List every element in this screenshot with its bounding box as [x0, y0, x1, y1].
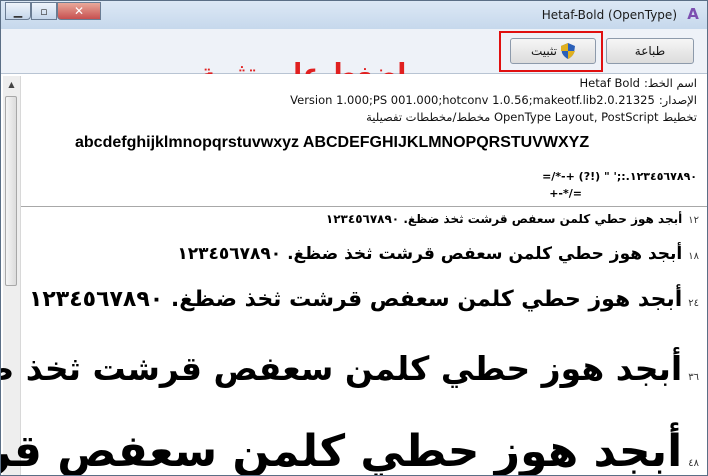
sample-size-label: ٢٤: [688, 298, 699, 309]
sample-size-12: ١٢ أبجد هوز حطي كلمن سعفص قرشت ثخذ ضظغ. …: [326, 212, 699, 226]
sample-text: أبجد هوز حطي كلمن سعفص قرشت ثخذ ضظغ. ١٢٣…: [28, 287, 683, 312]
print-button-label: طباعة: [634, 44, 666, 58]
install-highlight-frame: [499, 31, 603, 72]
sample-size-label: ٤٨: [688, 458, 699, 469]
close-icon: ✕: [73, 4, 85, 18]
sample-size-label: ١٨: [688, 251, 699, 262]
sample-text: أبجد هوز حطي كلمن سعفص قرشت ثخذ ضظغ. ١٢٣…: [325, 212, 683, 226]
font-preview-area: ▲ اسم الخط:Hetaf Bold الإصدار:Version 1.…: [1, 74, 707, 476]
font-viewer-window: ▁ ▫ ✕ (Hetaf-Bold (OpenType A اضغط على ت…: [0, 0, 708, 476]
sample-size-36: ٣٦ أبجد هوز حطي كلمن سعفص قرشت ثخذ ضظغ. …: [1, 349, 699, 388]
font-name-row: اسم الخط:Hetaf Bold: [580, 76, 697, 90]
minimize-icon: ▁: [13, 4, 23, 18]
scrollbar-thumb[interactable]: [5, 96, 17, 286]
font-outline-label: تخطيط: [662, 110, 697, 124]
scroll-up-icon[interactable]: ▲: [3, 76, 20, 93]
print-button[interactable]: طباعة: [606, 38, 694, 64]
latin-alphabet-specimen: abcdefghijklmnopqrstuvwxyz ABCDEFGHIJKLM…: [75, 134, 590, 151]
font-outline-value: OpenType Layout, PostScript مخطط/مخططات …: [366, 110, 659, 124]
font-version-value: Version 1.000;PS 001.000;hotconv 1.0.56;…: [290, 93, 655, 107]
maximize-button[interactable]: ▫: [31, 2, 57, 20]
sample-size-label: ٣٦: [688, 372, 699, 383]
title-bar[interactable]: ▁ ▫ ✕ (Hetaf-Bold (OpenType A: [1, 1, 707, 29]
sample-size-24: ٢٤ أبجد هوز حطي كلمن سعفص قرشت ثخذ ضظغ. …: [29, 287, 699, 312]
vertical-scrollbar[interactable]: ▲: [3, 76, 21, 475]
symbols-specimen: =/*-+: [549, 187, 582, 200]
font-version-row: الإصدار:Version 1.000;PS 001.000;hotconv…: [290, 93, 697, 107]
section-divider: [21, 206, 707, 207]
font-icon: A: [687, 5, 699, 23]
sample-size-48: ٤٨ أبجد هوز حطي كلمن سعفص قرشت ثخذ ضظغ. …: [1, 426, 699, 476]
sample-text: أبجد هوز حطي كلمن سعفص قرشت ثخذ ضظغ. ١٢٣…: [177, 244, 683, 264]
sample-text: أبجد هوز حطي كلمن سعفص قرشت ثخذ ضظغ. ١٢٣…: [1, 349, 683, 388]
font-version-label: الإصدار:: [658, 93, 697, 107]
digits-punctuation-specimen: ١٢٣٤٥٦٧٨٩٠.:;' " (!?) +-*/=: [542, 170, 697, 183]
font-name-label: اسم الخط:: [643, 76, 697, 90]
window-controls: ▁ ▫ ✕: [5, 2, 101, 22]
sample-size-label: ١٢: [688, 215, 699, 226]
font-outline-row: تخطيطOpenType Layout, PostScript مخطط/مخ…: [366, 110, 697, 124]
font-name-value: Hetaf Bold: [579, 76, 640, 90]
close-button[interactable]: ✕: [57, 2, 101, 20]
sample-text: أبجد هوز حطي كلمن سعفص قرشت ثخذ ضظغ. ١٢٣…: [1, 426, 683, 476]
maximize-icon: ▫: [40, 4, 48, 18]
sample-size-18: ١٨ أبجد هوز حطي كلمن سعفص قرشت ثخذ ضظغ. …: [177, 244, 699, 264]
minimize-button[interactable]: ▁: [5, 2, 31, 20]
window-title: (Hetaf-Bold (OpenType: [541, 8, 677, 22]
